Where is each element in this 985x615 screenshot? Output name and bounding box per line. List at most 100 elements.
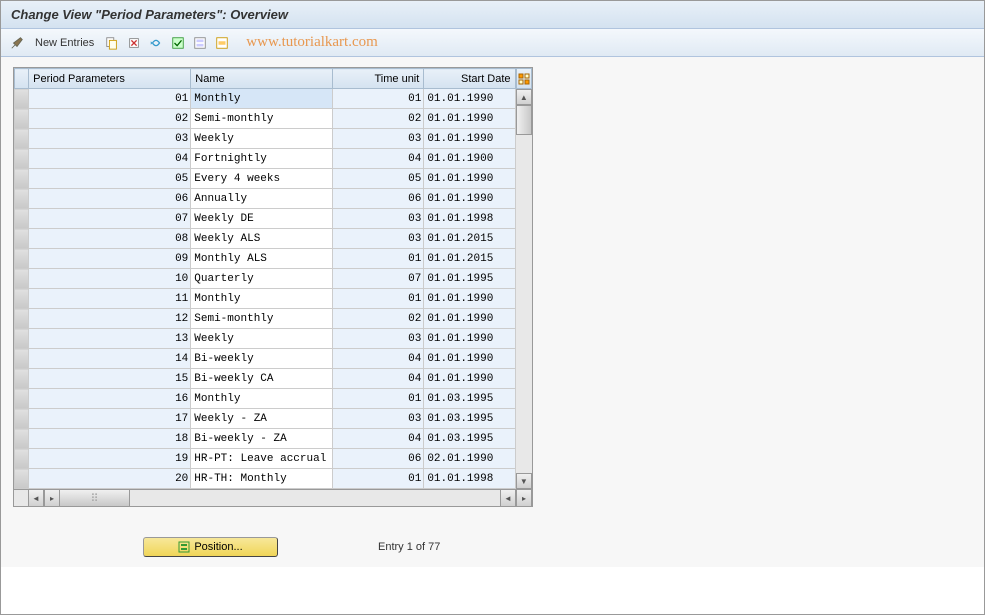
- select-block-icon[interactable]: [192, 35, 208, 51]
- cell-period-param[interactable]: 17: [29, 409, 191, 429]
- deselect-all-icon[interactable]: [214, 35, 230, 51]
- cell-start-date[interactable]: 01.01.1995: [424, 269, 515, 289]
- col-time-unit[interactable]: Time unit: [333, 69, 424, 89]
- hscroll-thumb[interactable]: ⠿: [60, 490, 130, 506]
- cell-start-date[interactable]: 01.01.1990: [424, 289, 515, 309]
- delete-icon[interactable]: [126, 35, 142, 51]
- cell-time-unit[interactable]: 04: [333, 149, 424, 169]
- cell-start-date[interactable]: 01.01.1990: [424, 89, 515, 109]
- cell-start-date[interactable]: 01.03.1995: [424, 409, 515, 429]
- row-selector[interactable]: [15, 389, 29, 409]
- cell-start-date[interactable]: 01.01.2015: [424, 229, 515, 249]
- hscroll-right2-button[interactable]: ▸: [516, 490, 532, 506]
- cell-period-param[interactable]: 20: [29, 469, 191, 489]
- cell-time-unit[interactable]: 06: [333, 449, 424, 469]
- cell-period-param[interactable]: 02: [29, 109, 191, 129]
- table-config-icon[interactable]: [516, 68, 532, 89]
- row-selector[interactable]: [15, 409, 29, 429]
- select-all-icon[interactable]: [170, 35, 186, 51]
- cell-start-date[interactable]: 01.01.1990: [424, 129, 515, 149]
- cell-name[interactable]: Semi-monthly: [191, 309, 333, 329]
- cell-start-date[interactable]: 01.01.1990: [424, 109, 515, 129]
- cell-period-param[interactable]: 03: [29, 129, 191, 149]
- cell-period-param[interactable]: 07: [29, 209, 191, 229]
- cell-start-date[interactable]: 01.01.1998: [424, 209, 515, 229]
- cell-time-unit[interactable]: 05: [333, 169, 424, 189]
- row-selector[interactable]: [15, 449, 29, 469]
- hscroll-left-button[interactable]: ◄: [28, 490, 44, 506]
- row-selector[interactable]: [15, 429, 29, 449]
- cell-period-param[interactable]: 10: [29, 269, 191, 289]
- hscroll-right-button[interactable]: ◄: [500, 490, 516, 506]
- cell-time-unit[interactable]: 04: [333, 369, 424, 389]
- cell-period-param[interactable]: 12: [29, 309, 191, 329]
- cell-name[interactable]: Bi-weekly CA: [191, 369, 333, 389]
- cell-name[interactable]: Monthly ALS: [191, 249, 333, 269]
- scroll-down-button[interactable]: ▼: [516, 473, 532, 489]
- cell-start-date[interactable]: 01.01.1990: [424, 349, 515, 369]
- copy-icon[interactable]: [104, 35, 120, 51]
- row-selector[interactable]: [15, 229, 29, 249]
- hscroll-left2-button[interactable]: ▸: [44, 490, 60, 506]
- row-selector[interactable]: [15, 269, 29, 289]
- cell-period-param[interactable]: 01: [29, 89, 191, 109]
- row-selector[interactable]: [15, 329, 29, 349]
- cell-start-date[interactable]: 01.01.1900: [424, 149, 515, 169]
- cell-start-date[interactable]: 01.01.1998: [424, 469, 515, 489]
- cell-period-param[interactable]: 04: [29, 149, 191, 169]
- row-selector[interactable]: [15, 189, 29, 209]
- new-entries-button[interactable]: New Entries: [31, 37, 98, 49]
- col-name[interactable]: Name: [191, 69, 333, 89]
- cell-time-unit[interactable]: 01: [333, 289, 424, 309]
- cell-start-date[interactable]: 01.01.1990: [424, 329, 515, 349]
- cell-time-unit[interactable]: 01: [333, 469, 424, 489]
- cell-time-unit[interactable]: 04: [333, 349, 424, 369]
- row-selector[interactable]: [15, 209, 29, 229]
- cell-name[interactable]: HR-TH: Monthly: [191, 469, 333, 489]
- hscroll-track[interactable]: [130, 490, 500, 506]
- row-selector[interactable]: [15, 129, 29, 149]
- cell-name[interactable]: Monthly: [191, 89, 333, 109]
- cell-start-date[interactable]: 01.01.1990: [424, 169, 515, 189]
- cell-time-unit[interactable]: 02: [333, 109, 424, 129]
- scroll-up-button[interactable]: ▲: [516, 89, 532, 105]
- cell-period-param[interactable]: 18: [29, 429, 191, 449]
- cell-period-param[interactable]: 15: [29, 369, 191, 389]
- cell-start-date[interactable]: 01.03.1995: [424, 429, 515, 449]
- cell-name[interactable]: Bi-weekly - ZA: [191, 429, 333, 449]
- cell-time-unit[interactable]: 07: [333, 269, 424, 289]
- cell-time-unit[interactable]: 01: [333, 249, 424, 269]
- cell-name[interactable]: Weekly - ZA: [191, 409, 333, 429]
- row-selector[interactable]: [15, 349, 29, 369]
- cell-period-param[interactable]: 16: [29, 389, 191, 409]
- cell-period-param[interactable]: 11: [29, 289, 191, 309]
- row-selector[interactable]: [15, 309, 29, 329]
- undo-icon[interactable]: [148, 35, 164, 51]
- cell-name[interactable]: Quarterly: [191, 269, 333, 289]
- cell-period-param[interactable]: 14: [29, 349, 191, 369]
- cell-name[interactable]: Weekly: [191, 129, 333, 149]
- row-selector[interactable]: [15, 289, 29, 309]
- cell-time-unit[interactable]: 03: [333, 409, 424, 429]
- cell-period-param[interactable]: 09: [29, 249, 191, 269]
- cell-start-date[interactable]: 01.01.2015: [424, 249, 515, 269]
- cell-time-unit[interactable]: 04: [333, 429, 424, 449]
- cell-start-date[interactable]: 02.01.1990: [424, 449, 515, 469]
- cell-period-param[interactable]: 19: [29, 449, 191, 469]
- col-start-date[interactable]: Start Date: [424, 69, 515, 89]
- cell-name[interactable]: Monthly: [191, 289, 333, 309]
- cell-period-param[interactable]: 13: [29, 329, 191, 349]
- cell-start-date[interactable]: 01.01.1990: [424, 369, 515, 389]
- cell-time-unit[interactable]: 03: [333, 329, 424, 349]
- cell-time-unit[interactable]: 01: [333, 389, 424, 409]
- cell-name[interactable]: Annually: [191, 189, 333, 209]
- position-button[interactable]: Position...: [143, 537, 278, 557]
- cell-name[interactable]: HR-PT: Leave accrual: [191, 449, 333, 469]
- cell-period-param[interactable]: 08: [29, 229, 191, 249]
- cell-start-date[interactable]: 01.01.1990: [424, 189, 515, 209]
- scroll-track[interactable]: [516, 135, 532, 473]
- row-selector[interactable]: [15, 369, 29, 389]
- cell-name[interactable]: Fortnightly: [191, 149, 333, 169]
- row-selector[interactable]: [15, 469, 29, 489]
- cell-name[interactable]: Weekly: [191, 329, 333, 349]
